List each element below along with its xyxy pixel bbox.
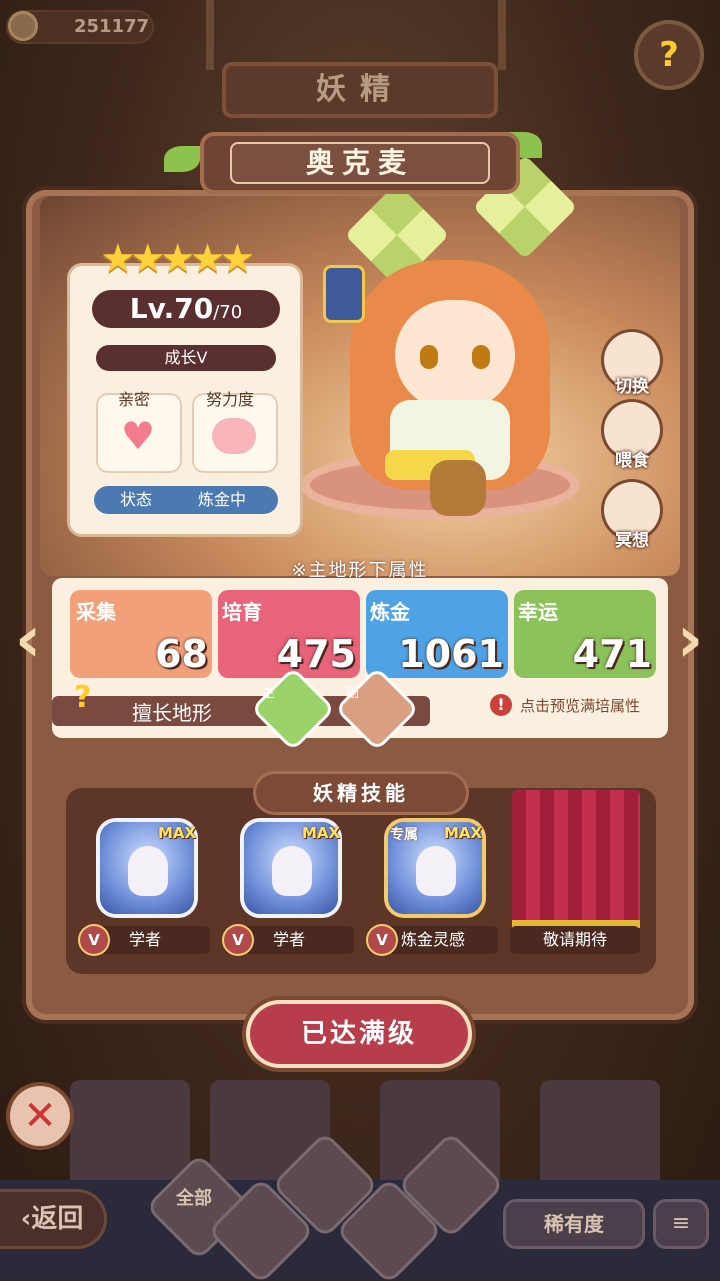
smile-face-icon — [212, 418, 256, 454]
fairy-eye — [472, 345, 490, 369]
bag-icon — [430, 460, 486, 516]
status-label: 状态 — [120, 490, 153, 509]
secondary-tag: 副 — [346, 686, 360, 701]
max-level-button[interactable]: 已达满级 — [250, 1004, 468, 1064]
v-badge-icon: V — [80, 926, 108, 954]
status-value: 炼金中 — [198, 490, 247, 509]
currency-value: 251177 — [74, 16, 150, 37]
exclusive-tag: 专属 — [390, 827, 418, 843]
max-badge: MAX — [444, 824, 483, 842]
level-max: /70 — [213, 302, 243, 323]
stat-alchemy-value: 1061 — [398, 632, 504, 676]
max-badge: MAX — [302, 824, 341, 842]
fairy-name: 奥克麦 — [230, 142, 490, 184]
stat-nurture-name: 培育 — [222, 600, 262, 624]
fairy-thumbnail[interactable] — [540, 1080, 660, 1190]
level-value: Lv.70 — [129, 292, 214, 325]
stat-luck-name: 幸运 — [518, 600, 558, 624]
question-icon[interactable]: ? — [74, 680, 108, 715]
shell-icon — [128, 846, 168, 896]
skill-name-4: 敬请期待 — [510, 926, 640, 954]
next-fairy-arrow[interactable]: › — [670, 600, 710, 680]
rarity-sort-button[interactable]: 稀有度 — [506, 1202, 642, 1246]
switch-label: 切换 — [615, 377, 649, 397]
coin-icon — [8, 11, 38, 41]
tarot-card-icon[interactable] — [326, 268, 362, 320]
help-button[interactable]: ? — [634, 20, 704, 90]
terrain-label: 擅长地形 — [132, 701, 212, 725]
info-icon: ! — [490, 694, 512, 716]
tab-all-label: 全部 — [176, 1188, 212, 1209]
hanging-rope — [498, 0, 506, 70]
fairy-eye — [420, 345, 438, 369]
close-button[interactable]: ✕ — [10, 1086, 70, 1146]
level-display: Lv.70/70 — [92, 290, 280, 328]
fairy-thumbnail[interactable] — [70, 1080, 190, 1190]
back-button[interactable]: ‹返回 — [0, 1192, 104, 1246]
stat-gather-value: 68 — [155, 632, 208, 676]
skills-title: 妖精技能 — [256, 774, 466, 812]
primary-tag: 主 — [262, 686, 276, 701]
star-rating: ★★★★★ — [100, 236, 255, 282]
stat-nurture-value: 475 — [276, 632, 356, 676]
v-badge-icon: V — [368, 926, 396, 954]
locked-skill-curtain — [512, 790, 640, 928]
stat-luck-value: 471 — [572, 632, 652, 676]
hanging-rope — [206, 0, 214, 70]
stat-gather-name: 采集 — [76, 600, 116, 624]
sort-icon: ≡ — [671, 1211, 691, 1236]
intimacy-label: 亲密 — [118, 390, 151, 409]
status-bar: 状态 炼金中 — [94, 486, 278, 514]
v-badge-icon: V — [224, 926, 252, 954]
max-badge: MAX — [158, 824, 197, 842]
growth-badge: 成长V — [96, 345, 276, 371]
leaf-icon — [164, 146, 200, 172]
prev-fairy-arrow[interactable]: ‹ — [8, 600, 48, 680]
meditate-label: 冥想 — [615, 531, 649, 551]
page-title: 妖精 — [222, 62, 498, 118]
sort-order-button[interactable]: ≡ — [656, 1202, 706, 1246]
shell-icon — [416, 846, 456, 896]
stat-alchemy-name: 炼金 — [370, 600, 410, 624]
back-label: 返回 — [31, 1204, 84, 1234]
preview-full-stats-link[interactable]: 点击预览满培属性 — [520, 695, 640, 716]
effort-label: 努力度 — [206, 390, 255, 409]
shell-icon — [272, 846, 312, 896]
question-icon: ? — [659, 35, 679, 75]
feed-label: 喂食 — [615, 451, 649, 471]
heart-icon: ♥ — [120, 414, 156, 458]
fairy-face — [395, 300, 515, 410]
